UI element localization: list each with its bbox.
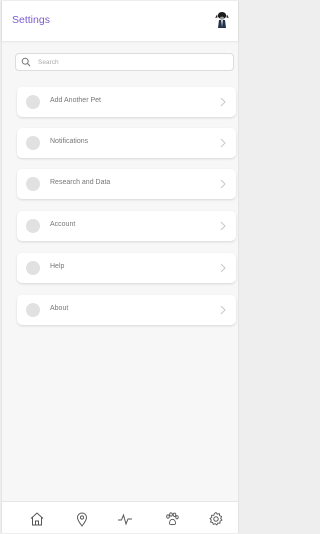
item-avatar-placeholder <box>26 303 40 317</box>
settings-screen: Settings Add Another Pet Notifications <box>1 1 239 533</box>
chevron-right-icon <box>220 305 226 315</box>
settings-item-label: Add Another Pet <box>50 97 101 104</box>
settings-item-account[interactable]: Account <box>17 211 236 241</box>
dog-avatar-icon[interactable] <box>214 11 230 29</box>
settings-item-label: Help <box>50 263 65 270</box>
activity-pulse-icon[interactable] <box>117 511 133 527</box>
home-icon[interactable] <box>29 511 45 527</box>
gear-icon[interactable] <box>208 511 224 527</box>
settings-item-label: Account <box>50 221 76 228</box>
settings-item-label: About <box>50 305 69 312</box>
bottom-nav-bar <box>2 501 238 533</box>
settings-item-about[interactable]: About <box>17 295 236 325</box>
page-title: Settings <box>12 14 50 26</box>
settings-item-add-another-pet[interactable]: Add Another Pet <box>17 87 236 117</box>
chevron-right-icon <box>220 263 226 273</box>
chevron-right-icon <box>220 179 226 189</box>
search-bar[interactable] <box>15 53 234 71</box>
settings-item-label: Notifications <box>50 138 89 145</box>
search-input[interactable] <box>38 56 228 68</box>
location-pin-icon[interactable] <box>74 511 90 527</box>
settings-item-research-and-data[interactable]: Research and Data <box>17 169 236 199</box>
settings-item-notifications[interactable]: Notifications <box>17 128 236 158</box>
chevron-right-icon <box>220 221 226 231</box>
item-avatar-placeholder <box>26 95 40 109</box>
chevron-right-icon <box>220 97 226 107</box>
item-avatar-placeholder <box>26 261 40 275</box>
item-avatar-placeholder <box>26 177 40 191</box>
settings-item-help[interactable]: Help <box>17 253 236 283</box>
search-icon <box>21 57 31 67</box>
header-bar: Settings <box>2 1 238 41</box>
item-avatar-placeholder <box>26 219 40 233</box>
item-avatar-placeholder <box>26 136 40 150</box>
settings-item-label: Research and Data <box>50 179 111 186</box>
chevron-right-icon <box>220 138 226 148</box>
paw-icon[interactable] <box>164 511 180 527</box>
